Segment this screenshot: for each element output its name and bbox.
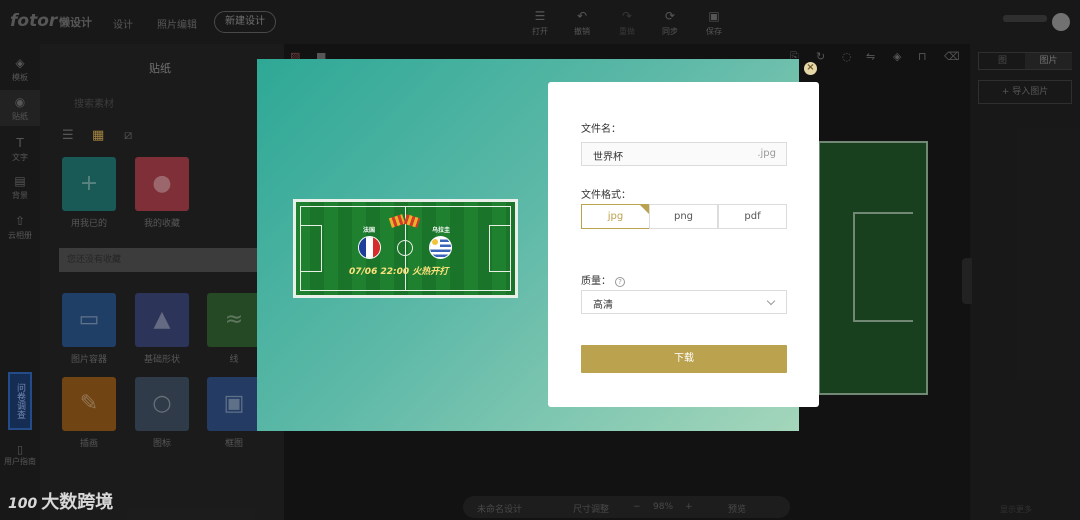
format-jpg-button[interactable]: jpg [581,204,650,229]
quality-value: 高清 [593,300,613,311]
field-right-box [489,225,511,272]
quality-label-text: 质量： [581,276,611,287]
field-left-box [300,225,322,272]
format-png-label: png [673,211,694,222]
close-icon[interactable]: × [804,62,817,75]
filename-field[interactable]: 世界杯 .jpg [581,142,787,166]
filename-extension: .jpg [757,148,776,159]
quality-select[interactable]: 高清 [581,290,787,314]
watermark-logo: 100 [8,496,38,512]
team-right-label: 乌拉圭 [432,227,451,234]
chevron-down-icon [766,296,776,306]
format-label: 文件格式： [581,190,631,201]
design-preview: 法国 乌拉圭 07/06 22:00 火热开打 [293,199,518,298]
quality-label: 质量：? [581,272,625,287]
watermark: 100 大数跨境 [8,488,113,514]
format-png-button[interactable]: png [649,204,718,229]
field-center-circle [397,240,413,256]
team-left-label: 法国 [363,227,376,234]
crossed-flags-icon [388,213,422,229]
filename-value: 世界杯 [593,152,623,163]
uruguay-flag-ball [429,236,452,259]
format-jpg-label: jpg [607,211,624,222]
format-pdf-button[interactable]: pdf [718,204,787,229]
download-dialog: 文件名： 世界杯 .jpg 文件格式： jpg png pdf 质量：? 高清 … [548,82,819,407]
help-icon[interactable]: ? [615,277,625,287]
match-text: 07/06 22:00 火热开打 [349,267,449,277]
format-pdf-label: pdf [744,211,761,222]
france-flag-ball [358,236,381,259]
download-button[interactable]: 下载 [581,345,787,373]
filename-label: 文件名： [581,124,621,135]
watermark-text: 大数跨境 [41,492,114,513]
